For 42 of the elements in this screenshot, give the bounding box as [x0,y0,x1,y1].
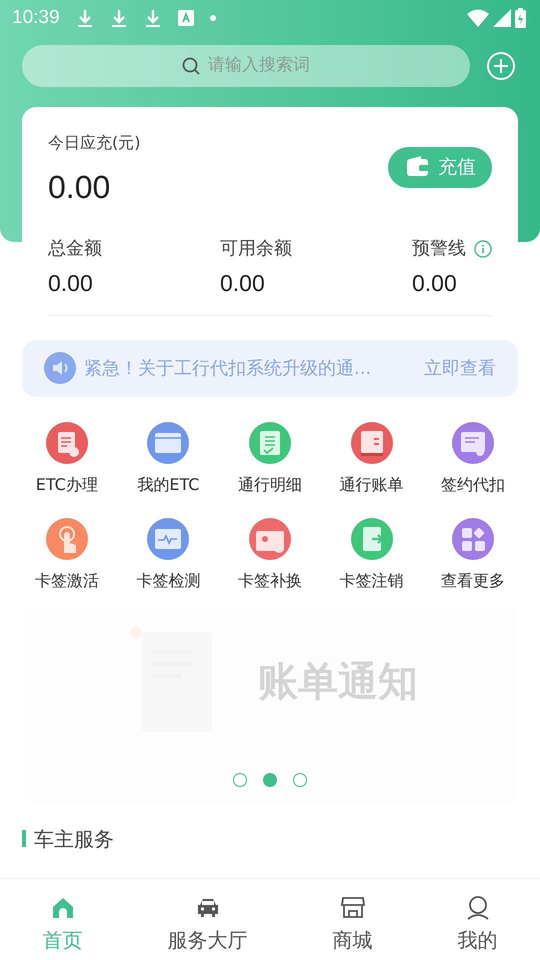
service-item[interactable]: 我的ETC [118,420,220,496]
download-icon [110,8,128,28]
carousel-dot[interactable] [233,772,247,786]
stat-value: 0.00 [220,269,266,298]
card-label: 今日应充(元) [48,132,140,154]
notification-icon [178,10,194,26]
user-icon [464,895,490,921]
signal-icon [493,9,511,27]
status-time: 10:39 [12,6,60,30]
service-item[interactable]: 卡签检测 [118,516,220,592]
battery-icon [515,8,526,28]
amount-value: 0.00 [48,168,112,207]
carousel-dot[interactable] [263,772,277,786]
shop-icon [340,895,366,921]
service-item[interactable]: 通行账单 [320,420,422,496]
info-icon[interactable] [474,240,492,258]
section-title: 车主服务 [34,828,114,848]
dot-icon [210,15,216,21]
wallet-icon [406,156,430,178]
stat-label: 预警线 [412,237,466,261]
service-item[interactable]: 卡签补换 [219,516,321,592]
carousel-dot[interactable] [293,772,307,786]
search-icon [182,57,200,75]
service-item[interactable]: 卡签注销 [320,516,422,592]
stat-value: 0.00 [412,269,458,298]
service-item[interactable]: 查看更多 [422,516,524,592]
add-icon[interactable] [486,51,516,81]
service-item[interactable]: 签约代扣 [422,420,524,496]
nav-tab[interactable]: 商城 [290,879,415,960]
download-icon [144,8,162,28]
service-item[interactable]: ETC办理 [16,420,118,496]
stat-label: 总金额 [48,237,102,261]
nav-tab[interactable]: 我的 [415,879,540,960]
service-item[interactable]: 通行明细 [219,420,321,496]
stat-value: 0.00 [48,269,94,298]
speaker-icon [44,352,76,384]
wifi-icon [467,9,489,27]
nav-tab[interactable]: 服务大厅 [125,879,290,960]
service-item[interactable]: 卡签激活 [16,516,118,592]
notice-text: 紧急！关于工行代扣系统升级的通... [84,356,372,380]
download-icon [76,8,94,28]
stat-label: 可用余额 [220,237,292,261]
